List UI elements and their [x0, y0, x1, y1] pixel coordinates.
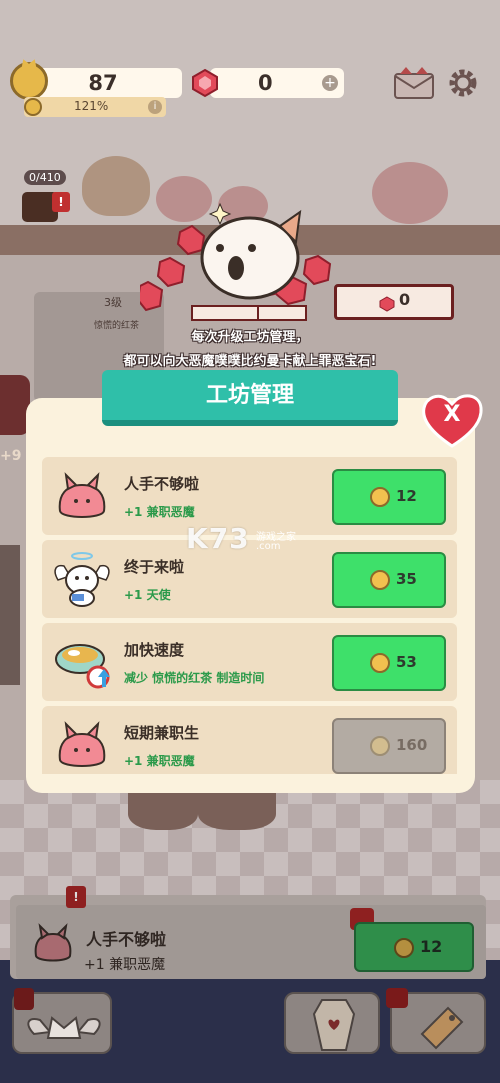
red-gem-icon	[379, 296, 395, 312]
gear-icon[interactable]	[446, 66, 480, 100]
coffin-button[interactable]	[284, 992, 380, 1054]
gem-offering-count: 0	[399, 290, 411, 309]
item-desc: +1 兼职恶魔	[124, 754, 195, 768]
coin-rate-bar[interactable]: 121% i	[24, 97, 166, 117]
gem-amount: 0	[258, 71, 273, 95]
bg-basket	[198, 790, 276, 830]
big-devil-mascot	[140, 202, 332, 321]
buy-upgrade-button[interactable]: 12	[332, 469, 446, 525]
bottom-item-desc: +1 兼职恶魔	[84, 957, 166, 973]
bg-heart-cake	[372, 162, 448, 224]
teacup-speed-icon	[55, 644, 110, 689]
lock-icon	[14, 988, 34, 1010]
item-title: 短期兼职生	[124, 724, 200, 742]
gem-counter: 0 +	[210, 68, 344, 98]
close-label: X	[443, 402, 461, 427]
bottom-buy-button[interactable]: 12	[354, 922, 474, 972]
upgrade-tip-line2: 都可以向大恶魔噗噗比约曼卡献上罪恶宝石!	[123, 354, 377, 369]
cat-coin-small-icon	[24, 98, 42, 116]
info-icon[interactable]: i	[148, 100, 162, 114]
item-desc: +1 天使	[124, 588, 171, 602]
add-gems-icon[interactable]: +	[322, 75, 338, 91]
gem-offering-display: 0	[334, 284, 454, 320]
pink-demon-blob-icon	[34, 923, 72, 962]
upgrade-list[interactable]: 人手不够啦 +1 兼职恶魔 12 终于来啦 +1 天使 35 加快速度 减少 惊…	[42, 452, 459, 774]
bg-machine-level: 3级	[104, 296, 122, 309]
modal-title: 工坊管理	[102, 370, 398, 426]
close-button[interactable]: X	[420, 390, 484, 450]
item-desc: +1 兼职恶魔	[124, 505, 195, 519]
watermark-domain: .com	[256, 541, 281, 552]
alert-badge: !	[52, 192, 70, 212]
upgrade-cost: 160	[396, 736, 428, 754]
item-title: 加快速度	[124, 641, 185, 659]
watermark-brand: K73	[186, 522, 250, 555]
mail-icon[interactable]	[392, 66, 436, 100]
upgrade-tip-line1: 每次升级工坊管理，	[191, 330, 309, 345]
pink-demon-blob-icon	[58, 472, 106, 518]
alert-badge: !	[66, 886, 86, 908]
item-title: 终于来啦	[124, 558, 185, 576]
buy-upgrade-button[interactable]: 53	[332, 635, 446, 691]
upgrade-cost: 12	[396, 487, 417, 505]
bottom-cost: 12	[420, 937, 443, 956]
coffin-icon	[312, 999, 356, 1051]
list-item: 加快速度 减少 惊慌的红茶 制造时间 53	[42, 623, 457, 701]
bg-partial-value: +9	[0, 448, 22, 464]
upgrade-cost: 53	[396, 653, 417, 671]
bg-shelf	[0, 545, 20, 685]
bottom-item-title: 人手不够啦	[86, 930, 167, 949]
cat-coin-icon	[394, 938, 414, 958]
angel-cat-icon	[54, 552, 110, 607]
red-gem-icon	[192, 68, 218, 98]
seat-counter: 0/410	[24, 170, 66, 185]
cat-coin-icon	[370, 570, 390, 590]
bg-basket	[128, 790, 198, 830]
list-item: 短期兼职生 +1 兼职恶魔 160	[42, 706, 457, 774]
upgrade-cost: 35	[396, 570, 417, 588]
coin-rate-value: 121%	[74, 99, 109, 113]
pink-demon-blob-icon	[58, 721, 106, 767]
cat-coin-icon	[370, 653, 390, 673]
cat-coin-icon	[370, 736, 390, 756]
buy-upgrade-button[interactable]: 35	[332, 552, 446, 608]
upgrade-arrow-icon	[386, 988, 408, 1008]
cat-coin-icon	[10, 62, 48, 100]
cat-coin-icon	[370, 487, 390, 507]
buy-upgrade-button-disabled[interactable]: 160	[332, 718, 446, 774]
item-title: 人手不够啦	[124, 475, 200, 493]
item-desc: 减少 惊慌的红茶 制造时间	[124, 671, 265, 685]
